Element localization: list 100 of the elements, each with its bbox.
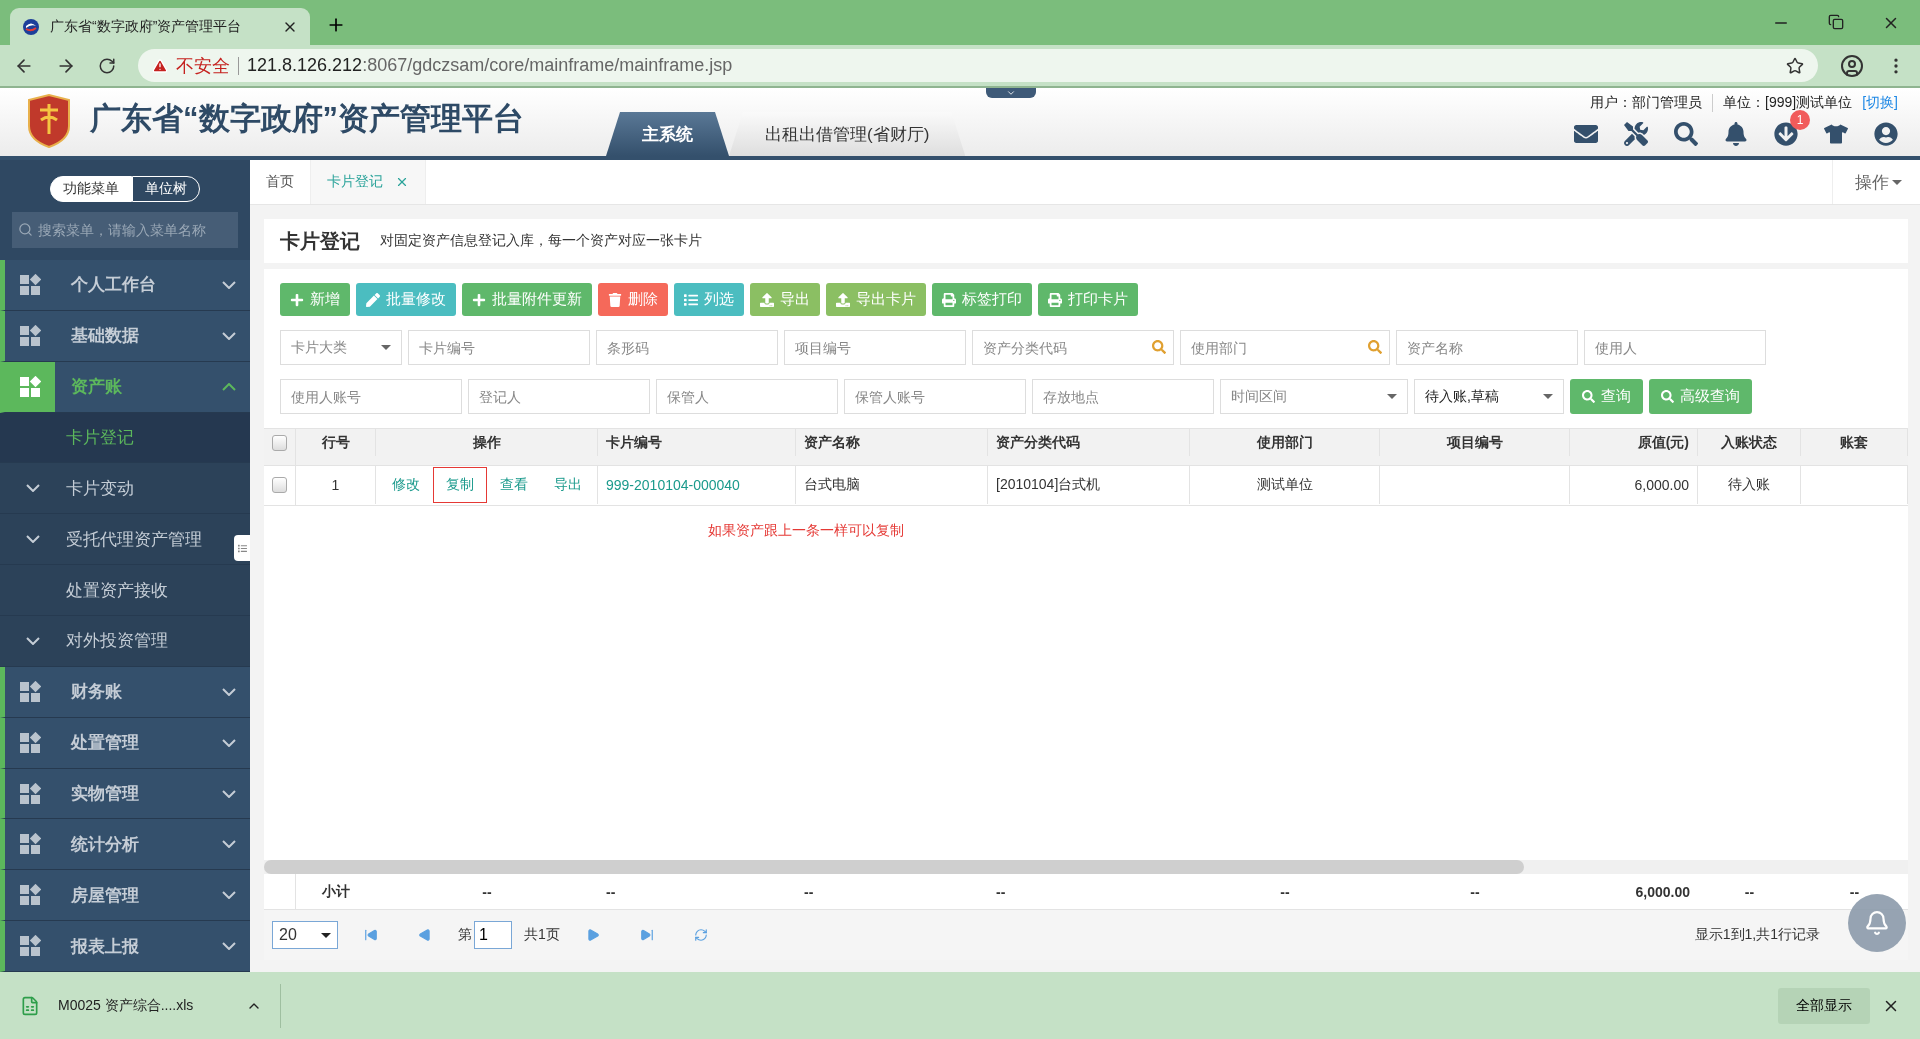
select-field[interactable]: 卡片大类 [280,330,402,365]
profile-icon[interactable] [1840,53,1864,78]
menu-mode-tab[interactable]: 单位树 [132,176,200,202]
menu-item[interactable]: 受托代理资产管理 [0,514,250,566]
grid-icon [19,935,41,958]
caret-icon [381,345,391,350]
mail-icon[interactable] [1574,122,1598,146]
app-title: 广东省“数字政府”资产管理平台 [90,100,524,138]
trash-icon [608,292,622,307]
pen-icon [366,292,380,307]
user-icon[interactable] [1874,122,1898,146]
menu-group[interactable]: 房屋管理 [0,870,250,922]
menu-item[interactable]: 处置资产接收 [0,565,250,616]
page-title: 卡片登记 [280,228,360,254]
menu-item[interactable]: 对外投资管理 [0,616,250,667]
input-field[interactable]: 存放地点 [1032,379,1214,414]
browser-tab[interactable]: 广东省“数字政府”资产管理平台 [10,8,310,45]
input-field[interactable]: 项目编号 [784,330,966,365]
column-header: 行号 [296,429,376,456]
menu-item[interactable]: 卡片变动 [0,463,250,515]
table-cell: 1 [331,476,340,493]
menu-group[interactable]: 实物管理 [0,768,250,820]
search-field[interactable]: 使用部门 [1180,330,1390,365]
list-icon [684,292,698,307]
file-icon [20,995,40,1016]
notification-badge: 1 [1790,110,1810,130]
menu-group[interactable]: 基础数据 [0,310,250,362]
input-field[interactable]: 条形码 [596,330,778,365]
menu-group[interactable]: 资产账 [0,361,250,413]
download-icon[interactable] [1774,122,1798,146]
input-field[interactable]: 登记人 [468,379,650,414]
star-icon[interactable] [1786,56,1804,75]
show-all-button[interactable]: 全部显示 [1778,987,1870,1024]
input-field[interactable]: 资产名称 [1396,330,1578,365]
first-page-icon[interactable] [364,928,378,942]
site-logo-icon [22,17,40,36]
printer-icon [1048,292,1062,307]
input-field[interactable]: 卡片编号 [408,330,590,365]
tools-icon[interactable] [1624,122,1648,146]
unit-label: 单位：[999]测试单位 [1723,94,1853,112]
scrollbar-thumb[interactable] [264,860,1524,874]
checkbox[interactable] [272,476,287,493]
warning-icon [152,57,168,74]
menu-group[interactable]: 财务账 [0,666,250,718]
system-tab[interactable]: 主系统 [606,112,729,156]
grid-icon [19,273,41,296]
page-tab[interactable]: 卡片登记 [311,160,426,204]
menu-mode-tab[interactable]: 功能菜单 [50,176,132,202]
select-field[interactable]: 待入账,草稿 [1414,379,1564,414]
chevron-down-icon [222,280,236,289]
menu-group[interactable]: 个人工作台 [0,260,250,311]
search-field[interactable]: 资产分类代码 [972,330,1174,365]
record-info: 显示1到1,共1行记录 [1694,926,1820,944]
menu-group[interactable]: 报表上报 [0,921,250,972]
summary-cell: -- [996,883,1006,900]
bell-icon[interactable] [1724,122,1748,146]
menu-group[interactable]: 处置管理 [0,717,250,769]
page-size-select[interactable]: 20 [272,921,338,949]
switch-link[interactable]: [切换] [1862,94,1898,112]
page-input[interactable]: 1 [474,921,512,949]
toolbar-button[interactable]: 删除 [598,283,668,316]
table-cell: 6,000.00 [1634,476,1689,493]
caret-icon [321,932,331,938]
restore-icon[interactable] [1828,13,1844,30]
printer-icon [942,292,956,307]
previous-page-icon[interactable] [418,928,432,942]
input-field[interactable]: 保管人账号 [844,379,1026,414]
input-field[interactable]: 使用人 [1584,330,1766,365]
reload-icon[interactable] [98,56,116,75]
table-cell: 台式电脑 [804,475,860,494]
next-page-icon[interactable] [585,928,600,942]
grid-icon [19,375,41,398]
menu-item[interactable]: 卡片登记 [0,412,250,464]
chevron-down-icon [26,484,40,493]
menu-group[interactable]: 统计分析 [0,819,250,871]
summary-cell: -- [1470,883,1480,900]
action-link[interactable]: 查看 [486,466,541,503]
summary-cell: 小计 [322,882,350,901]
column-header: 资产分类代码 [988,429,1190,456]
select-field[interactable]: 时间区间 [1220,379,1408,414]
user-label: 用户：部门管理员 [1590,94,1703,112]
summary-cell: -- [1280,883,1290,900]
input-field[interactable]: 使用人账号 [280,379,462,414]
action-link[interactable]: 修改 [378,466,433,503]
grid-icon [19,833,41,856]
menu-search-field[interactable]: 搜索菜单，请输入菜单名称 [12,212,238,248]
last-page-icon[interactable] [639,928,654,942]
input-field[interactable]: 保管人 [656,379,838,414]
collapse-handle[interactable] [986,88,1036,98]
download-file-name[interactable]: M0025 资产综合....xls [58,996,228,1015]
checkbox[interactable] [272,434,287,451]
action-link[interactable]: 导出 [540,466,595,503]
action-link[interactable]: 复制 [432,466,487,503]
grid-icon [19,731,41,754]
card-number-link[interactable]: 999-2010104-000040 [606,476,740,493]
search-icon[interactable] [1674,122,1698,146]
address-bar[interactable]: 不安全 121.8.126.212:8067/gdczsam/core/mainframe/mainframe.jsp [138,49,1818,82]
shirt-icon[interactable] [1824,122,1848,146]
sidebar-toggle[interactable] [234,535,250,561]
upload-icon [760,292,774,307]
